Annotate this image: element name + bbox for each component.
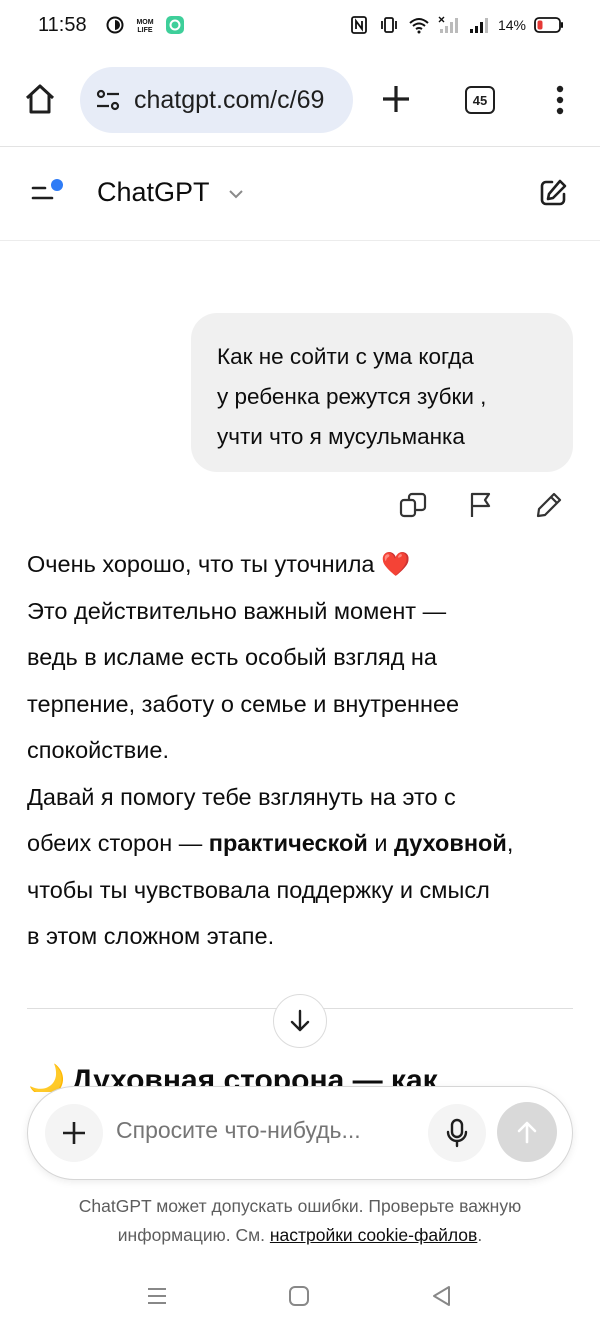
more-vert-icon <box>556 85 564 115</box>
scroll-to-bottom-button[interactable] <box>273 994 327 1048</box>
new-chat-button[interactable] <box>538 178 568 208</box>
status-bar: 11:58 MOM LIFE 14% <box>0 0 600 52</box>
message-composer <box>27 1086 573 1180</box>
browser-toolbar: chatgpt.com/c/69 45 <box>0 64 600 136</box>
address-bar[interactable]: chatgpt.com/c/69 <box>80 67 353 133</box>
home-icon <box>25 84 55 114</box>
arrow-down-icon <box>290 1009 310 1032</box>
signal-weak-icon <box>438 14 460 36</box>
status-system-icons: 14% <box>348 14 564 36</box>
assistant-line: Очень хорошо, что ты уточнила ❤️ <box>27 551 411 577</box>
recents-icon[interactable] <box>145 1284 169 1308</box>
user-message-line: Как не сойти с ума когда <box>217 344 474 369</box>
app-header: ChatGPT <box>0 147 600 241</box>
svg-text:LIFE: LIFE <box>137 27 152 34</box>
copy-icon[interactable] <box>398 490 428 520</box>
assistant-line: обеих сторон — практической и духовной, <box>27 830 514 856</box>
message-input[interactable] <box>116 1117 416 1144</box>
plus-icon <box>63 1122 85 1144</box>
flag-icon[interactable] <box>466 490 496 520</box>
assistant-line: Это действительно важный момент — <box>27 597 447 624</box>
assistant-line: в этом сложном этапе. <box>27 923 275 949</box>
home-nav-icon[interactable] <box>288 1285 310 1307</box>
model-selector[interactable]: ChatGPT <box>97 177 210 208</box>
microphone-icon <box>446 1118 468 1148</box>
momlife-app-icon: MOM LIFE <box>134 14 156 36</box>
status-notification-icons: MOM LIFE <box>104 14 186 36</box>
new-tab-button[interactable] <box>378 81 414 117</box>
wifi-icon <box>408 14 430 36</box>
svg-text:MOM: MOM <box>136 19 153 26</box>
assistant-line: Давай я помогу тебе взглянуть на это с <box>27 783 456 810</box>
voice-input-button[interactable] <box>428 1104 486 1162</box>
tab-switcher-button[interactable]: 45 <box>465 86 495 114</box>
chat-app-icon <box>164 14 186 36</box>
site-settings-icon[interactable] <box>94 86 122 114</box>
edit-icon <box>540 179 567 206</box>
pencil-icon[interactable] <box>534 490 564 520</box>
system-navigation-bar <box>0 1262 600 1332</box>
cookie-settings-link[interactable]: настройки cookie-файлов <box>270 1225 477 1245</box>
assistant-line: терпение, заботу о семье и внутреннее <box>27 690 460 717</box>
chevron-down-icon[interactable] <box>226 184 246 204</box>
home-button[interactable] <box>22 81 58 117</box>
battery-low-icon <box>534 14 564 36</box>
url-text[interactable]: chatgpt.com/c/69 <box>134 86 324 115</box>
assistant-line: спокойствие. <box>27 737 170 763</box>
vibrate-icon <box>378 14 400 36</box>
user-message-actions <box>398 490 564 520</box>
arrow-up-icon <box>517 1121 537 1144</box>
nfc-icon <box>348 14 370 36</box>
sidebar-toggle-button[interactable] <box>30 177 66 207</box>
attach-button[interactable] <box>45 1104 103 1162</box>
send-button[interactable] <box>497 1102 557 1162</box>
user-message-line: учти что я мусульманка <box>217 424 465 449</box>
heart-emoji: ❤️ <box>381 551 411 577</box>
sidebar-menu-icon <box>31 179 63 200</box>
assistant-line: ведь в исламе есть особый взгляд на <box>27 644 437 670</box>
user-message-text: Как не сойти с ума когда у ребенка режут… <box>217 337 553 457</box>
signal-icon <box>468 14 490 36</box>
user-message-bubble: Как не сойти с ума когда у ребенка режут… <box>191 313 573 472</box>
user-message-line: у ребенка режутся зубки , <box>217 384 487 409</box>
battery-percent: 14% <box>497 17 526 33</box>
assistant-line: чтобы ты чувствовала поддержку и смысл <box>27 876 490 903</box>
ring-icon <box>104 14 126 36</box>
disclaimer-text: ChatGPT может допускать ошибки. Проверьт… <box>78 1196 522 1245</box>
back-icon[interactable] <box>430 1284 454 1308</box>
browser-menu-button[interactable] <box>548 82 572 118</box>
plus-icon <box>383 86 409 112</box>
assistant-message: Очень хорошо, что ты уточнила ❤️ Это дей… <box>27 541 575 960</box>
status-time: 11:58 <box>38 14 87 36</box>
